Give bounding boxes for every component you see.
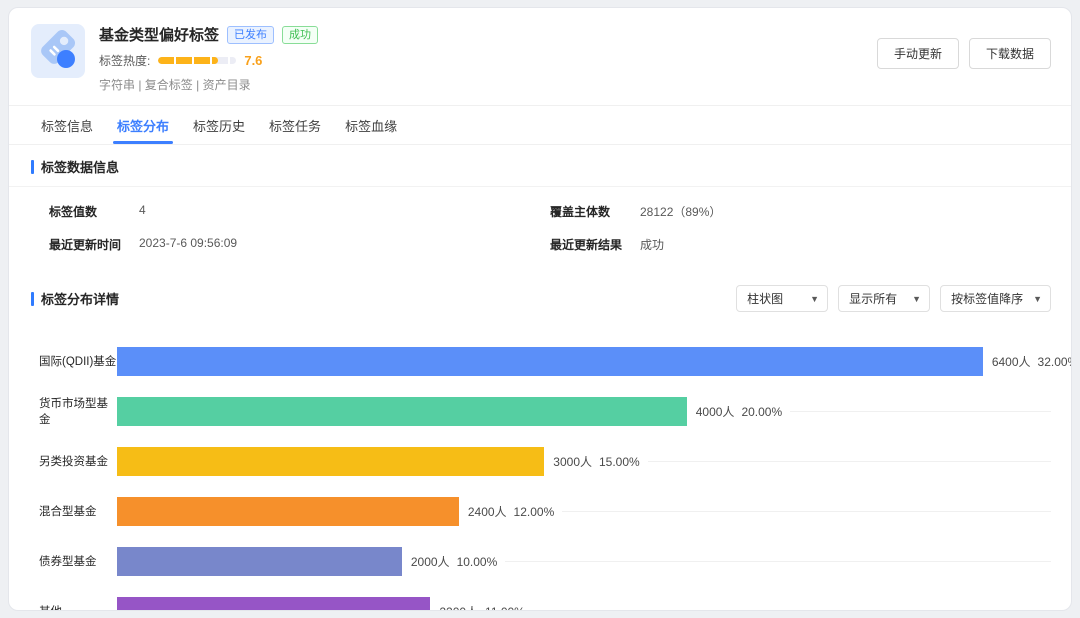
bar-plot-area: 6400人32.00% (117, 347, 1051, 376)
field-label: 最近更新时间 (49, 236, 139, 253)
field-value: 28122（89%） (640, 203, 721, 220)
bar-value-label: 4000人20.00% (696, 403, 782, 420)
gridline-leader (790, 411, 1051, 412)
category-label: 混合型基金 (39, 503, 117, 519)
bar[interactable] (117, 597, 430, 612)
page-title: 基金类型偏好标签 (99, 24, 219, 45)
category-label: 债券型基金 (39, 553, 117, 569)
bar[interactable] (117, 347, 983, 376)
popularity-value: 7.6 (244, 53, 262, 68)
chart-row: 债券型基金 2000人10.00% (39, 536, 1051, 586)
tab-tag-info[interactable]: 标签信息 (39, 106, 95, 144)
bar-value-label: 3000人15.00% (553, 453, 639, 470)
download-data-button[interactable]: 下载数据 (969, 38, 1051, 69)
tab-tag-tasks[interactable]: 标签任务 (267, 106, 323, 144)
field-last-update-time: 最近更新时间 2023-7-6 09:56:09 (49, 236, 550, 253)
tag-meta-attributes: 字符串 | 复合标签 | 资产目录 (99, 76, 877, 93)
category-label: 货币市场型基金 (39, 395, 117, 427)
category-label: 国际(QDII)基金 (39, 353, 117, 369)
popularity-progress-bar (158, 57, 236, 64)
distribution-bar-chart: 国际(QDII)基金6400人32.00%货币市场型基金4000人20.00%另… (9, 322, 1071, 611)
distribution-title-row: 标签分布详情 柱状图 ▼ 显示所有 ▼ 按标签值降序 ▼ (9, 273, 1071, 322)
bar-plot-area: 4000人20.00% (117, 397, 1051, 426)
field-label: 最近更新结果 (550, 236, 640, 253)
bar-value-label: 6400人32.00% (992, 353, 1072, 370)
popularity-row: 标签热度: 7.6 (99, 52, 877, 69)
sort-order-select[interactable]: 按标签值降序 ▼ (940, 285, 1051, 312)
display-filter-select-value: 显示所有 (849, 290, 897, 307)
bar-value-label: 2000人10.00% (411, 553, 497, 570)
chart-row: 混合型基金 2400人12.00% (39, 486, 1051, 536)
header-actions: 手动更新 下载数据 (877, 38, 1051, 69)
gridline-leader (533, 611, 1051, 612)
category-label: 其他 (39, 603, 117, 611)
chevron-down-icon: ▼ (1033, 294, 1042, 304)
field-value: 2023-7-6 09:56:09 (139, 236, 237, 253)
bar[interactable] (117, 447, 544, 476)
tab-tag-lineage[interactable]: 标签血缘 (343, 106, 399, 144)
bar-plot-area: 2400人12.00% (117, 497, 1051, 526)
display-filter-select[interactable]: 显示所有 ▼ (838, 285, 930, 312)
field-label: 标签值数 (49, 203, 139, 220)
tab-bar: 标签信息 标签分布 标签历史 标签任务 标签血缘 (9, 106, 1071, 145)
bar[interactable] (117, 497, 459, 526)
title-row: 基金类型偏好标签 已发布 成功 (99, 24, 877, 45)
field-value: 成功 (640, 236, 664, 253)
tag-detail-card: 基金类型偏好标签 已发布 成功 标签热度: 7.6 字符串 | 复合标签 | 资… (8, 7, 1072, 611)
chevron-down-icon: ▼ (810, 294, 819, 304)
bar-plot-area: 2000人10.00% (117, 547, 1051, 576)
popularity-label: 标签热度: (99, 52, 150, 69)
chart-row: 另类投资基金 3000人15.00% (39, 436, 1051, 486)
chart-row: 货币市场型基金 4000人20.00% (39, 386, 1051, 436)
tag-icon (31, 24, 85, 78)
chart-type-select[interactable]: 柱状图 ▼ (736, 285, 828, 312)
tab-tag-distribution[interactable]: 标签分布 (115, 106, 171, 144)
field-tag-value-count: 标签值数 4 (49, 203, 550, 220)
bar-plot-area: 2200人11.00% (117, 597, 1051, 612)
tab-tag-history[interactable]: 标签历史 (191, 106, 247, 144)
popularity-progress-segments (158, 57, 236, 64)
field-label: 覆盖主体数 (550, 203, 640, 220)
chart-row: 国际(QDII)基金6400人32.00% (39, 336, 1051, 386)
bar[interactable] (117, 397, 687, 426)
category-label: 另类投资基金 (39, 453, 117, 469)
bar-value-label: 2400人12.00% (468, 503, 554, 520)
bar-value-label: 2200人11.00% (439, 603, 525, 612)
distribution-title: 标签分布详情 (41, 289, 119, 308)
tag-distribution-section: 标签分布详情 柱状图 ▼ 显示所有 ▼ 按标签值降序 ▼ 国际 (9, 273, 1071, 611)
gridline-leader (648, 461, 1051, 462)
published-status-badge: 已发布 (227, 26, 274, 44)
sort-order-select-value: 按标签值降序 (951, 290, 1023, 307)
field-value: 4 (139, 203, 146, 220)
field-last-update-result: 最近更新结果 成功 (550, 236, 1051, 253)
section-accent-bar (31, 292, 34, 306)
chart-type-select-value: 柱状图 (747, 290, 783, 307)
section-accent-bar (31, 160, 34, 174)
bar[interactable] (117, 547, 402, 576)
gridline-leader (562, 511, 1051, 512)
tag-data-fields: 标签值数 4 覆盖主体数 28122（89%） 最近更新时间 2023-7-6 … (9, 187, 1071, 273)
manual-update-button[interactable]: 手动更新 (877, 38, 959, 69)
chart-row: 其他 2200人11.00% (39, 586, 1051, 611)
page-background: 基金类型偏好标签 已发布 成功 标签热度: 7.6 字符串 | 复合标签 | 资… (0, 0, 1080, 618)
chart-controls: 柱状图 ▼ 显示所有 ▼ 按标签值降序 ▼ (736, 285, 1051, 312)
chevron-down-icon: ▼ (912, 294, 921, 304)
header: 基金类型偏好标签 已发布 成功 标签热度: 7.6 字符串 | 复合标签 | 资… (9, 8, 1071, 106)
success-status-badge: 成功 (282, 26, 318, 44)
tag-data-info-section: 标签数据信息 标签值数 4 覆盖主体数 28122（89%） 最近更新时间 20… (9, 145, 1071, 273)
gridline-leader (505, 561, 1051, 562)
field-coverage-count: 覆盖主体数 28122（89%） (550, 203, 1051, 220)
tag-data-info-title: 标签数据信息 (41, 157, 119, 176)
bar-plot-area: 3000人15.00% (117, 447, 1051, 476)
header-info: 基金类型偏好标签 已发布 成功 标签热度: 7.6 字符串 | 复合标签 | 资… (99, 24, 877, 93)
tag-data-info-title-row: 标签数据信息 (9, 145, 1071, 187)
